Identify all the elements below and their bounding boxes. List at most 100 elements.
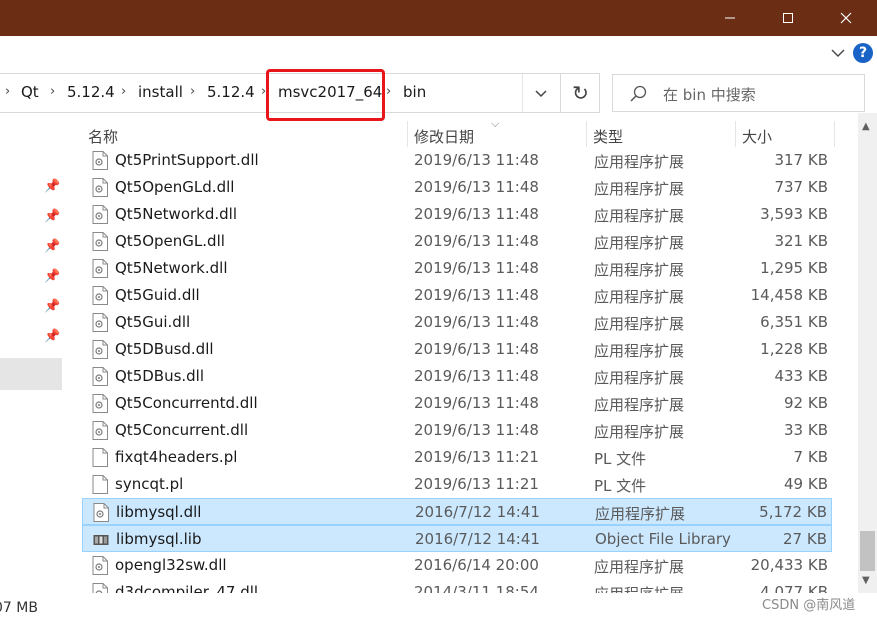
file-name[interactable]: syncqt.pl — [115, 475, 183, 493]
file-name[interactable]: Qt5DBusd.dll — [115, 340, 214, 358]
pin-icon: 📌 — [44, 329, 61, 344]
pin-icon: 📌 — [44, 179, 61, 194]
scrollbar-thumb[interactable] — [860, 531, 875, 571]
column-label: 大小 — [742, 128, 773, 146]
search-input[interactable]: 在 bin 中搜索 — [663, 84, 756, 105]
file-name[interactable]: libmysql.lib — [116, 530, 201, 548]
file-row[interactable]: syncqt.pl 2019/6/13 11:21 PL 文件 49 KB — [82, 471, 832, 498]
file-row[interactable]: opengl32sw.dll 2016/6/14 20:00 应用程序扩展 20,43… — [82, 552, 832, 579]
dll-icon — [92, 394, 108, 413]
maximize-button[interactable] — [765, 0, 811, 36]
column-header-type[interactable]: 类型 — [587, 113, 735, 147]
file-name[interactable]: Qt5Network.dll — [115, 259, 228, 277]
column-divider[interactable] — [834, 121, 835, 147]
file-date: 2019/6/13 11:48 — [414, 205, 539, 223]
column-header-date[interactable]: 修改日期 — [408, 113, 586, 147]
file-size: 49 KB — [784, 475, 828, 493]
breadcrumb-item[interactable]: msvc2017_64 — [278, 83, 382, 101]
file-name[interactable]: libmysql.dll — [116, 503, 201, 521]
dll-icon — [92, 367, 108, 386]
scroll-down-icon[interactable]: ▼ — [862, 575, 870, 586]
file-name[interactable]: fixqt4headers.pl — [115, 448, 237, 466]
address-bar[interactable]: › Qt › 5.12.4 › install › 5.12.4 › msvc2… — [0, 73, 600, 113]
file-name[interactable]: Qt5OpenGLd.dll — [115, 178, 234, 196]
file-name[interactable]: Qt5Concurrent.dll — [115, 421, 248, 439]
column-header-name[interactable]: 名称 — [82, 113, 407, 147]
breadcrumb-item[interactable]: install — [138, 83, 183, 101]
file-size: 7 KB — [793, 448, 828, 466]
breadcrumb-separator[interactable]: › — [261, 84, 266, 99]
dll-icon — [92, 259, 108, 278]
file-row[interactable]: Qt5Concurrent.dll 2019/6/13 11:48 应用程序扩展 33… — [82, 417, 832, 444]
file-type: 应用程序扩展 — [594, 288, 685, 306]
breadcrumb-separator[interactable]: › — [190, 84, 195, 99]
dll-icon — [92, 556, 108, 575]
file-row[interactable]: Qt5Concurrentd.dll 2019/6/13 11:48 应用程序扩展 9… — [82, 390, 832, 417]
dll-icon — [92, 205, 108, 224]
file-date: 2019/6/13 11:48 — [414, 421, 539, 439]
vertical-scrollbar[interactable]: ▲ ▼ — [858, 113, 877, 593]
file-row[interactable]: Qt5Gui.dll 2019/6/13 11:48 应用程序扩展 6,351 KB — [82, 309, 832, 336]
breadcrumb-item[interactable]: 5.12.4 — [207, 83, 255, 101]
file-type: 应用程序扩展 — [594, 369, 685, 387]
file-type: 应用程序扩展 — [595, 505, 686, 523]
file-size: 27 KB — [783, 530, 827, 548]
file-date: 2019/6/13 11:48 — [414, 340, 539, 358]
refresh-button[interactable]: ↻ — [560, 74, 600, 112]
file-row[interactable]: Qt5DBus.dll 2019/6/13 11:48 应用程序扩展 433 KB — [82, 363, 832, 390]
file-row[interactable]: Qt5Guid.dll 2019/6/13 11:48 应用程序扩展 14,458 K… — [82, 282, 832, 309]
file-name[interactable]: Qt5Guid.dll — [115, 286, 200, 304]
dll-icon — [92, 178, 108, 197]
navigation-pane: 📌 📌 📌 📌 📌 📌 — [0, 113, 64, 593]
address-history-button[interactable] — [522, 74, 559, 112]
breadcrumb-separator[interactable]: › — [386, 84, 391, 99]
file-type: 应用程序扩展 — [594, 153, 685, 171]
file-name[interactable]: Qt5PrintSupport.dll — [115, 151, 259, 169]
file-row[interactable]: libmysql.lib 2016/7/12 14:41 Object File L… — [82, 525, 832, 552]
breadcrumb-item[interactable]: 5.12.4 — [67, 83, 115, 101]
status-bar: 07 MB — [0, 593, 877, 618]
nav-item-selected[interactable] — [0, 358, 62, 390]
chevron-down-icon[interactable] — [829, 44, 847, 62]
file-name[interactable]: Qt5DBus.dll — [115, 367, 204, 385]
file-row[interactable]: Qt5OpenGLd.dll 2019/6/13 11:48 应用程序扩展 737 K… — [82, 174, 832, 201]
dll-icon — [92, 313, 108, 332]
file-row[interactable]: Qt5Networkd.dll 2019/6/13 11:48 应用程序扩展 3,59… — [82, 201, 832, 228]
file-date: 2019/6/13 11:48 — [414, 232, 539, 250]
file-name[interactable]: Qt5OpenGL.dll — [115, 232, 225, 250]
file-date: 2019/6/13 11:48 — [414, 286, 539, 304]
close-button[interactable] — [823, 0, 869, 36]
file-date: 2016/7/12 14:41 — [415, 530, 540, 548]
breadcrumb-item-current[interactable]: bin — [403, 83, 426, 101]
file-name[interactable]: Qt5Networkd.dll — [115, 205, 237, 223]
file-date: 2019/6/13 11:21 — [414, 448, 539, 466]
file-date: 2019/6/13 11:48 — [414, 313, 539, 331]
file-name[interactable]: opengl32sw.dll — [115, 556, 227, 574]
file-name[interactable]: Qt5Gui.dll — [115, 313, 190, 331]
file-size: 20,433 KB — [750, 556, 828, 574]
breadcrumb-separator[interactable]: › — [121, 84, 126, 99]
minimize-button[interactable] — [707, 0, 753, 36]
file-row[interactable]: Qt5Network.dll 2019/6/13 11:48 应用程序扩展 1,295… — [82, 255, 832, 282]
file-size: 737 KB — [774, 178, 828, 196]
breadcrumb-item[interactable]: Qt — [21, 83, 39, 101]
file-row[interactable]: Qt5OpenGL.dll 2019/6/13 11:48 应用程序扩展 321 KB — [82, 228, 832, 255]
scroll-up-icon[interactable]: ▲ — [862, 121, 870, 132]
search-box[interactable]: 在 bin 中搜索 — [612, 74, 865, 112]
file-name[interactable]: Qt5Concurrentd.dll — [115, 394, 258, 412]
file-date: 2019/6/13 11:48 — [414, 259, 539, 277]
file-size: 92 KB — [784, 394, 828, 412]
file-type: Object File Library — [595, 530, 731, 548]
breadcrumb-separator[interactable]: › — [50, 84, 55, 99]
file-row[interactable]: fixqt4headers.pl 2019/6/13 11:21 PL 文件 7 KB — [82, 444, 832, 471]
pin-icon: 📌 — [44, 209, 61, 224]
column-header-size[interactable]: 大小 — [736, 113, 834, 147]
file-row[interactable]: libmysql.dll 2016/7/12 14:41 应用程序扩展 5,172 K… — [82, 498, 832, 525]
pin-icon: 📌 — [44, 299, 61, 314]
file-size: 1,228 KB — [760, 340, 828, 358]
file-row[interactable]: Qt5DBusd.dll 2019/6/13 11:48 应用程序扩展 1,228 K… — [82, 336, 832, 363]
dll-icon — [93, 503, 109, 522]
file-row[interactable]: Qt5PrintSupport.dll 2019/6/13 11:48 应用程序扩展… — [82, 147, 832, 174]
help-icon[interactable]: ? — [853, 43, 873, 63]
pin-icon: 📌 — [44, 269, 61, 284]
